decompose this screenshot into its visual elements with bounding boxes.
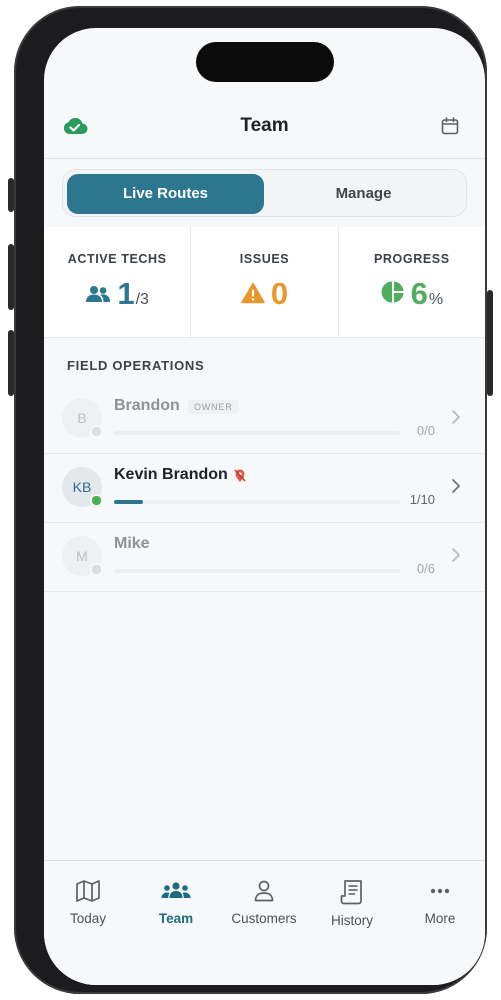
tech-row-mike[interactable]: M Mike 0/6 — [44, 523, 485, 592]
bottom-tab-bar: Today Team Customers History More — [44, 860, 485, 985]
offline-status-dot — [90, 425, 103, 438]
tab-more-label: More — [424, 911, 456, 926]
view-switcher-area: Live Routes Manage — [44, 159, 485, 227]
progress-value: 6 — [410, 276, 428, 311]
section-title: FIELD OPERATIONS — [67, 358, 205, 373]
tab-team-label: Team — [158, 911, 194, 926]
avatar-initials: KB — [72, 479, 92, 495]
team-icon — [132, 879, 220, 903]
person-icon — [220, 879, 308, 903]
route-progress-bar — [114, 569, 400, 573]
active-techs-value: 1 — [117, 276, 135, 311]
offline-status-dot — [90, 563, 103, 576]
location-pin-off-icon — [234, 469, 246, 488]
phone-frame: Team Live Routes Manage ACTIVE TECHS 1 /… — [14, 6, 487, 994]
progress-unit: % — [428, 291, 444, 308]
tech-name: Brandon — [114, 397, 180, 414]
more-dots-icon — [396, 879, 484, 903]
route-progress-fill — [114, 500, 143, 504]
tab-team[interactable]: Team — [132, 879, 220, 926]
issues-stat: ISSUES 0 — [190, 227, 337, 337]
route-progress-bar — [114, 500, 400, 504]
view-switcher: Live Routes Manage — [62, 169, 467, 217]
issues-label: ISSUES — [239, 252, 290, 266]
tab-more[interactable]: More — [396, 879, 484, 926]
receipt-icon — [308, 879, 396, 905]
chevron-right-icon — [451, 478, 461, 499]
tab-history-label: History — [330, 913, 373, 928]
tab-customers-label: Customers — [231, 911, 297, 926]
tech-name: Mike — [114, 535, 150, 552]
tech-row-brandon[interactable]: B Brandon OWNER 0/0 — [44, 385, 485, 454]
tab-today-label: Today — [69, 911, 107, 926]
tech-name: Kevin Brandon — [114, 466, 228, 483]
avatar-initials: M — [76, 548, 88, 564]
pie-chart-icon — [381, 280, 405, 309]
progress-label: PROGRESS — [373, 252, 450, 266]
tab-today[interactable]: Today — [44, 879, 132, 926]
avatar: B — [62, 398, 103, 438]
top-bar: Team — [44, 104, 485, 159]
chevron-right-icon — [451, 547, 461, 568]
tab-history[interactable]: History — [308, 879, 396, 928]
chevron-right-icon — [451, 409, 461, 430]
stop-count: 1/10 — [409, 492, 435, 507]
page-title: Team — [240, 115, 289, 136]
calendar-icon[interactable] — [441, 117, 459, 140]
avatar: M — [62, 536, 103, 576]
stats-panel: ACTIVE TECHS 1 /3 ISSUES 0 PROGRESS 6 % — [44, 227, 485, 338]
people-icon — [85, 284, 111, 309]
tab-customers[interactable]: Customers — [220, 879, 308, 926]
live-routes-tab[interactable]: Live Routes — [67, 174, 264, 214]
active-techs-label: ACTIVE TECHS — [67, 252, 167, 266]
avatar-initials: B — [77, 410, 87, 426]
dynamic-island — [196, 42, 334, 82]
stop-count: 0/0 — [416, 423, 435, 438]
app-screen: Team Live Routes Manage ACTIVE TECHS 1 /… — [44, 28, 485, 985]
progress-stat: PROGRESS 6 % — [337, 227, 485, 337]
warning-icon — [241, 282, 265, 309]
owner-badge: OWNER — [188, 400, 239, 414]
active-techs-stat: ACTIVE TECHS 1 /3 — [44, 227, 190, 337]
tech-row-kevin-brandon[interactable]: KB Kevin Brandon 1/10 — [44, 454, 485, 523]
online-status-dot — [90, 494, 103, 507]
manage-tab[interactable]: Manage — [265, 174, 462, 214]
active-techs-total: /3 — [135, 291, 149, 308]
power-button — [487, 290, 493, 396]
route-progress-bar — [114, 431, 400, 435]
map-icon — [44, 879, 132, 903]
stop-count: 0/6 — [416, 561, 435, 576]
avatar: KB — [62, 467, 103, 507]
issues-value: 0 — [270, 276, 289, 311]
